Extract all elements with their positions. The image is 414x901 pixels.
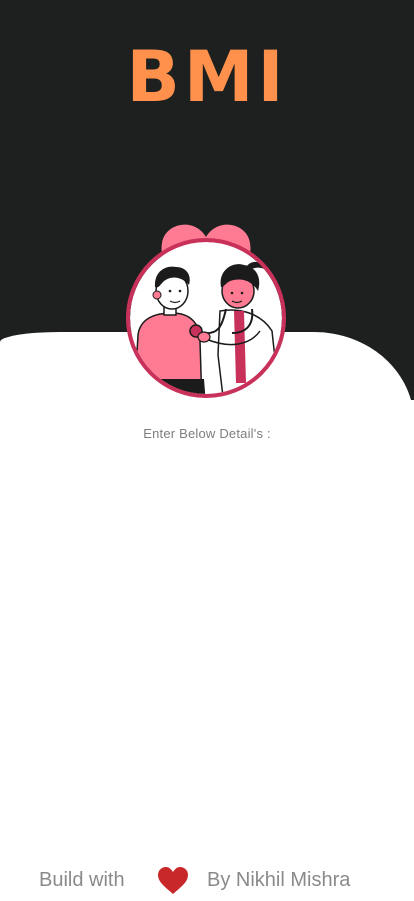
- footer-credits: Build with By Nikhil Mishra: [0, 864, 414, 898]
- app-title: BMI: [126, 36, 288, 118]
- footer-author-label: By Nikhil Mishra: [207, 869, 351, 891]
- content-sheet: [0, 332, 414, 896]
- footer-build-with-label: Build with: [39, 869, 125, 891]
- enter-details-label: Enter Below Detail's :: [143, 426, 271, 441]
- doctor-patient-illustration: [120, 215, 292, 401]
